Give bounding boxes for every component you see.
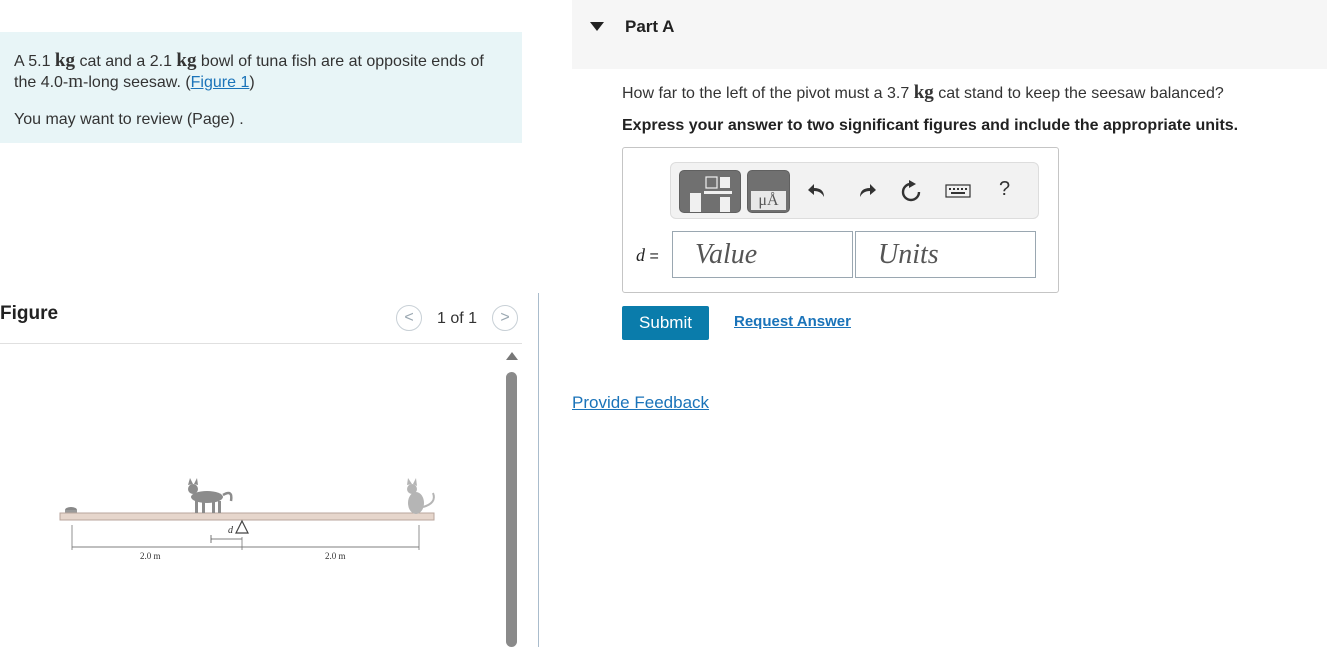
reset-icon	[901, 180, 921, 202]
math-toolbar: μÅ ?	[670, 162, 1039, 219]
figure-link[interactable]: Figure 1	[191, 74, 250, 91]
answer-variable-label: d =	[636, 245, 659, 266]
seesaw-figure: d 2.0 m 2.0 m	[59, 478, 435, 561]
scroll-up-arrow-icon[interactable]	[506, 352, 518, 360]
problem-text-part: )	[249, 74, 255, 91]
unit-kg: kg	[54, 50, 75, 71]
dimension-label-right: 2.0 m	[325, 551, 346, 561]
undo-icon	[808, 184, 824, 197]
keyboard-button[interactable]	[945, 180, 971, 202]
tuna-bowl-icon	[65, 507, 77, 513]
next-figure-button[interactable]: >	[492, 305, 518, 331]
units-input[interactable]: Units	[855, 231, 1036, 278]
previous-figure-button[interactable]: <	[396, 305, 422, 331]
problem-text-part: A 5.1	[14, 53, 55, 70]
pivot-triangle	[235, 519, 249, 534]
unit-kg: kg	[176, 50, 197, 71]
units-icon: μÅ	[751, 191, 786, 210]
part-title[interactable]: Part A	[625, 17, 674, 37]
equals-sign: =	[645, 248, 659, 265]
d-label: d	[228, 525, 234, 536]
scrollbar-thumb[interactable]	[506, 372, 517, 647]
redo-icon	[860, 184, 876, 197]
dimension-label-left: 2.0 m	[140, 551, 161, 561]
problem-statement: A 5.1 kg cat and a 2.1 kg bowl of tuna f…	[0, 32, 522, 143]
redo-button[interactable]	[856, 180, 878, 202]
problem-text-part: -long seesaw. (	[83, 74, 191, 91]
collapse-caret-icon[interactable]	[590, 22, 604, 31]
cat-sitting-icon	[407, 478, 435, 514]
question-text-part: cat stand to keep the seesaw balanced?	[933, 85, 1224, 102]
provide-feedback-link[interactable]: Provide Feedback	[572, 393, 709, 413]
variable-d: d	[636, 245, 645, 265]
seesaw-plank	[59, 512, 435, 521]
figure-counter: 1 of 1	[437, 310, 478, 327]
undo-button[interactable]	[806, 180, 828, 202]
chevron-left-icon: <	[404, 309, 414, 326]
question-text-part: How far to the left of the pivot must a …	[622, 85, 914, 102]
fraction-template-icon	[690, 176, 732, 212]
units-button[interactable]: μÅ	[747, 170, 790, 213]
review-note: You may want to review (Page) .	[14, 111, 244, 128]
value-input[interactable]: Value	[672, 231, 853, 278]
problem-text: A 5.1 kg cat and a 2.1 kg bowl of tuna f…	[14, 51, 508, 93]
templates-button[interactable]	[679, 170, 741, 213]
keyboard-icon	[945, 184, 971, 198]
request-answer-link[interactable]: Request Answer	[734, 313, 851, 330]
help-icon: ?	[999, 178, 1011, 200]
question-text: How far to the left of the pivot must a …	[622, 82, 1224, 104]
answer-instruction: Express your answer to two significant f…	[622, 117, 1239, 134]
unit-m: m	[68, 71, 84, 92]
reset-button[interactable]	[900, 180, 922, 202]
figure-divider	[0, 343, 522, 344]
unit-kg: kg	[913, 82, 934, 103]
part-a-header[interactable]	[572, 0, 1327, 69]
figure-scrollbar[interactable]	[505, 352, 519, 647]
chevron-right-icon: >	[500, 309, 510, 326]
problem-text-part: cat and a 2.1	[75, 53, 177, 70]
cat-standing-icon	[188, 478, 233, 513]
submit-button[interactable]: Submit	[622, 306, 709, 340]
help-button[interactable]: ?	[999, 178, 1010, 201]
column-divider	[538, 293, 539, 647]
figure-title: Figure	[0, 303, 59, 324]
